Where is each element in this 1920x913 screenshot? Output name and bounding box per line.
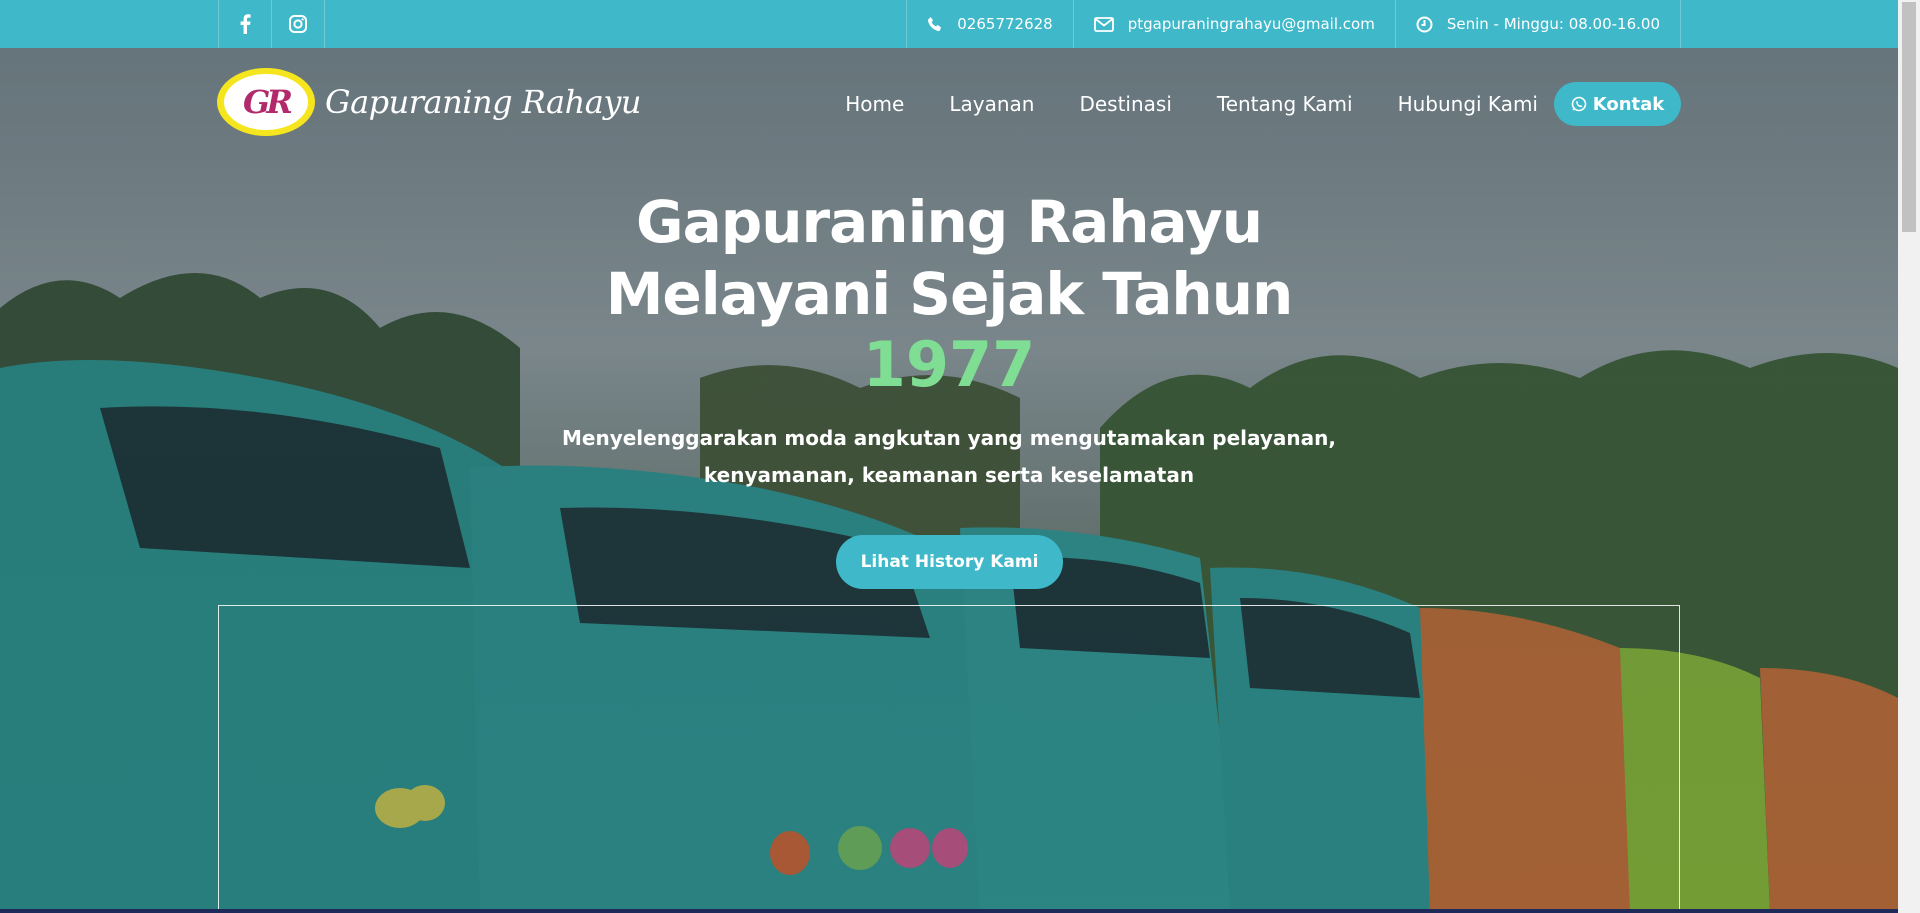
nav-destinasi[interactable]: Destinasi bbox=[1079, 92, 1171, 116]
whatsapp-icon bbox=[1571, 96, 1587, 112]
history-button[interactable]: Lihat History Kami bbox=[836, 535, 1063, 589]
kontak-label: Kontak bbox=[1592, 93, 1665, 115]
contact-info: 0265772628 ptgapuraningrahayu@gmail.com … bbox=[906, 0, 1681, 48]
scrollbar-thumb[interactable] bbox=[1902, 2, 1916, 232]
bottom-strip bbox=[0, 909, 1898, 913]
nav-tentang-kami[interactable]: Tentang Kami bbox=[1217, 92, 1353, 116]
facebook-link[interactable] bbox=[219, 0, 272, 48]
instagram-icon bbox=[289, 15, 307, 33]
kontak-button[interactable]: Kontak bbox=[1554, 82, 1681, 126]
logo-text: Gapuraning Rahayu bbox=[325, 83, 642, 121]
page-scrollbar[interactable] bbox=[1898, 0, 1920, 913]
hours-item: Senin - Minggu: 08.00-16.00 bbox=[1396, 0, 1681, 48]
nav-layanan[interactable]: Layanan bbox=[949, 92, 1034, 116]
hero-title-line1: Gapuraning Rahayu bbox=[635, 188, 1263, 256]
hero-year: 1977 bbox=[862, 328, 1036, 401]
instagram-link[interactable] bbox=[272, 0, 325, 48]
email-address: ptgapuraningrahayu@gmail.com bbox=[1127, 15, 1375, 33]
hero-section: GR Gapuraning Rahayu Home Layanan Destin… bbox=[0, 48, 1898, 913]
email-item[interactable]: ptgapuraningrahayu@gmail.com bbox=[1074, 0, 1396, 48]
opening-hours: Senin - Minggu: 08.00-16.00 bbox=[1446, 15, 1660, 33]
site-logo[interactable]: GR Gapuraning Rahayu bbox=[217, 68, 642, 136]
phone-number: 0265772628 bbox=[957, 15, 1053, 33]
clock-icon bbox=[1416, 16, 1433, 32]
nav-hubungi-kami[interactable]: Hubungi Kami bbox=[1398, 92, 1538, 116]
hero-lead-line2: kenyamanan, keamanan serta keselamatan bbox=[703, 463, 1195, 487]
social-links bbox=[218, 0, 325, 48]
facebook-icon bbox=[240, 14, 251, 34]
phone-icon bbox=[928, 17, 942, 32]
main-nav: Home Layanan Destinasi Tentang Kami Hubu… bbox=[800, 92, 1538, 116]
content-frame bbox=[218, 605, 1680, 913]
nav-home[interactable]: Home bbox=[845, 92, 904, 116]
logo-monogram: GR bbox=[224, 74, 308, 130]
envelope-icon bbox=[1093, 16, 1114, 32]
top-bar: 0265772628 ptgapuraningrahayu@gmail.com … bbox=[0, 0, 1898, 48]
phone-item[interactable]: 0265772628 bbox=[907, 0, 1074, 48]
hero-title-line2: Melayani Sejak Tahun bbox=[605, 260, 1294, 328]
hero-lead-line1: Menyelenggarakan moda angkutan yang meng… bbox=[561, 426, 1336, 450]
logo-badge: GR bbox=[217, 68, 315, 136]
